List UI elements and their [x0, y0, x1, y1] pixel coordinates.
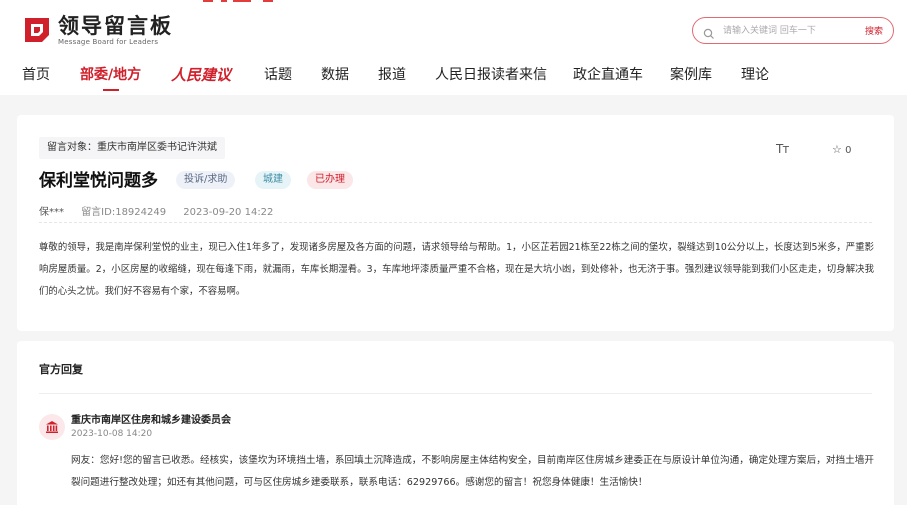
logo-title: 领导留言板 [58, 14, 173, 38]
nav-item-suggestions[interactable]: 人民建议 [171, 64, 231, 92]
logo-text: 领导留言板 Message Board for Leaders [58, 14, 173, 46]
site-header: 领导留言板 Message Board for Leaders 搜索 首页 部委… [0, 0, 907, 95]
main-nav: 首页 部委/地方 人民建议 话题 数据 报道 人民日报读者来信 政企直通车 案例… [0, 64, 907, 92]
message-content: 尊敬的领导，我是南岸保利堂悦的业主，现已入住1年多了，发现诸多房屋及各方面的问题… [39, 242, 874, 297]
message-id: 留言ID:18924249 [81, 207, 167, 218]
message-target[interactable]: 留言对象：重庆市南岸区委书记许洪斌 [39, 137, 225, 159]
reply-card: 官方回复 重庆市南岸区住房和城乡建设委员会 2023-10-08 14:20 网… [17, 341, 894, 505]
field-badge: 城建 [255, 171, 291, 189]
nav-item-theory[interactable]: 理论 [741, 64, 769, 92]
message-meta: 保*** 留言ID:18924249 2023-09-20 14:22 [39, 203, 287, 218]
government-building-icon [39, 414, 65, 440]
nav-item-home[interactable]: 首页 [22, 64, 50, 92]
favorite-button[interactable]: ☆ 0 [832, 143, 851, 156]
site-logo[interactable]: 领导留言板 Message Board for Leaders [22, 14, 173, 46]
message-time: 2023-09-20 14:22 [183, 207, 274, 218]
search-icon [703, 25, 715, 39]
reply-heading: 官方回复 [39, 363, 83, 376]
type-badge: 投诉/求助 [176, 171, 236, 189]
nav-item-ministries[interactable]: 部委/地方 [80, 64, 141, 92]
nav-item-topics[interactable]: 话题 [264, 64, 292, 92]
reply-content: 网友：您好!您的留言已收悉。经核实，该堡坎为环境挡土墙，系回填土沉降造成，不影响… [71, 455, 874, 488]
nav-item-enterprise[interactable]: 政企直通车 [573, 64, 643, 92]
logo-subtitle: Message Board for Leaders [58, 38, 159, 46]
divider [39, 222, 872, 223]
status-badge: 已办理 [307, 171, 353, 189]
divider [39, 393, 872, 394]
favorite-count: 0 [845, 145, 852, 156]
reply-time: 2023-10-08 14:20 [71, 429, 153, 439]
logo-mark-icon [22, 15, 52, 45]
message-card: 留言对象：重庆市南岸区委书记许洪斌 保利堂悦问题多 投诉/求助 城建 已办理 T… [17, 115, 894, 331]
top-accent-bar [203, 0, 281, 3]
nav-item-cases[interactable]: 案例库 [670, 64, 712, 92]
message-title: 保利堂悦问题多 [39, 171, 158, 191]
nav-item-data[interactable]: 数据 [321, 64, 349, 92]
search-input[interactable] [723, 22, 848, 40]
star-icon: ☆ [832, 143, 842, 156]
reply-org-name: 重庆市南岸区住房和城乡建设委员会 [71, 415, 231, 426]
author-name: 保*** [39, 207, 64, 218]
font-size-icon[interactable]: Tт [776, 142, 789, 156]
search-button[interactable]: 搜索 [865, 24, 883, 37]
nav-item-letters[interactable]: 人民日报读者来信 [435, 64, 547, 92]
nav-item-reports[interactable]: 报道 [378, 64, 406, 92]
search-box: 搜索 [692, 17, 894, 44]
